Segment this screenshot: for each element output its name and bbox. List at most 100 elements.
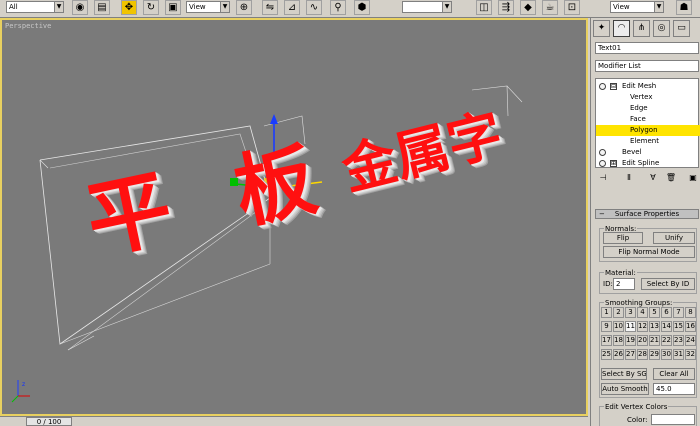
smoothing-group-button[interactable]: 3 bbox=[625, 307, 636, 318]
light-bulb-icon[interactable] bbox=[599, 149, 606, 156]
smoothing-group-button[interactable]: 12 bbox=[637, 321, 648, 332]
view-dropdown-value: View bbox=[613, 3, 630, 11]
stack-item-edit-mesh[interactable]: ⊟ Edit Mesh bbox=[596, 81, 700, 92]
command-panel-tabs: ✦ ◠ ⋔ ◎ ▭ bbox=[591, 18, 700, 40]
unify-button[interactable]: Unify bbox=[653, 232, 695, 244]
stack-item-label: Edit Mesh bbox=[622, 82, 657, 90]
smoothing-group-button[interactable]: 32 bbox=[685, 349, 696, 360]
normal-align-button[interactable]: ∿ bbox=[306, 0, 322, 15]
hierarchy-tab-icon[interactable]: ⋔ bbox=[633, 20, 650, 37]
flip-normal-mode-button[interactable]: Flip Normal Mode bbox=[603, 246, 695, 258]
render-scene-button[interactable]: ◫ bbox=[476, 0, 492, 15]
auto-smooth-threshold-spinner[interactable]: 45.0 bbox=[653, 383, 695, 395]
stack-item-element[interactable]: Element bbox=[596, 136, 700, 147]
smoothing-group-button[interactable]: 6 bbox=[661, 307, 672, 318]
stack-item-bevel[interactable]: Bevel bbox=[596, 147, 700, 158]
smoothing-group-button[interactable]: 30 bbox=[661, 349, 672, 360]
smoothing-group-button[interactable]: 9 bbox=[601, 321, 612, 332]
smoothing-group-button[interactable]: 4 bbox=[637, 307, 648, 318]
stack-item-vertex[interactable]: Vertex bbox=[596, 92, 700, 103]
select-by-sg-button[interactable]: Select By SG bbox=[601, 368, 647, 380]
smoothing-group-button[interactable]: 31 bbox=[673, 349, 684, 360]
time-slider[interactable]: 0 / 100 bbox=[26, 417, 72, 426]
modifier-stack: ⊟ Edit Mesh Vertex Edge Face Polygon Ele… bbox=[595, 78, 700, 169]
remove-modifier-icon[interactable]: 🗑 bbox=[665, 173, 677, 184]
mirror-button[interactable]: ⇋ bbox=[262, 0, 278, 15]
surface-properties-rollout[interactable]: − Surface Properties bbox=[595, 209, 699, 219]
motion-tab-icon[interactable]: ◎ bbox=[653, 20, 670, 37]
smoothing-group-button[interactable]: 27 bbox=[625, 349, 636, 360]
smoothing-group-button[interactable]: 1 bbox=[601, 307, 612, 318]
smoothing-group-button[interactable]: 23 bbox=[673, 335, 684, 346]
smoothing-group-button[interactable]: 11 bbox=[625, 321, 636, 332]
smoothing-group-button[interactable]: 2 bbox=[613, 307, 624, 318]
smoothing-group-button[interactable]: 17 bbox=[601, 335, 612, 346]
smoothing-group-button[interactable]: 10 bbox=[613, 321, 624, 332]
clear-all-button[interactable]: Clear All bbox=[653, 368, 695, 380]
smoothing-group-button[interactable]: 13 bbox=[649, 321, 660, 332]
stack-item-polygon[interactable]: Polygon bbox=[596, 125, 700, 136]
pin-stack-icon[interactable]: ⊣ bbox=[597, 173, 609, 184]
display-tab-icon[interactable]: ▭ bbox=[673, 20, 690, 37]
material-id-spinner[interactable]: 2 bbox=[613, 278, 635, 290]
show-end-result-icon[interactable]: Ⅱ bbox=[623, 173, 635, 184]
collapse-icon[interactable]: ⊟ bbox=[610, 83, 617, 90]
light-bulb-icon[interactable] bbox=[599, 83, 606, 90]
selection-filter-dropdown[interactable]: All ▼ bbox=[6, 1, 64, 13]
select-and-move-button[interactable]: ✥ bbox=[121, 0, 137, 15]
smoothing-group-button[interactable]: 21 bbox=[649, 335, 660, 346]
modifier-list-dropdown[interactable]: Modifier List bbox=[595, 60, 699, 72]
stack-item-edge[interactable]: Edge bbox=[596, 103, 700, 114]
align-button[interactable]: ⊿ bbox=[284, 0, 300, 15]
smoothing-group-button[interactable]: 15 bbox=[673, 321, 684, 332]
stack-item-edit-spline[interactable]: ⊞ Edit Spline bbox=[596, 158, 700, 169]
smoothing-group-button[interactable]: 25 bbox=[601, 349, 612, 360]
material-editor-button[interactable]: ⬢ bbox=[354, 0, 370, 15]
auto-smooth-button[interactable]: Auto Smooth bbox=[601, 383, 649, 395]
smoothing-group-button[interactable]: 24 bbox=[685, 335, 696, 346]
light-bulb-icon[interactable] bbox=[599, 160, 606, 167]
select-and-scale-button[interactable]: ▣ bbox=[165, 0, 181, 15]
flip-button[interactable]: Flip bbox=[603, 232, 643, 244]
expand-icon[interactable]: ⊞ bbox=[610, 160, 617, 167]
main-toolbar: All ▼ ◉ ▤ ✥ ↻ ▣ View ▼ ⊕ ⇋ ⊿ ∿ ⚲ ⬢ ▼ ◫ ⇶… bbox=[0, 0, 700, 18]
smoothing-group-button[interactable]: 7 bbox=[673, 307, 684, 318]
pivot-center-button[interactable]: ⊕ bbox=[236, 0, 252, 15]
modify-tab-icon[interactable]: ◠ bbox=[613, 20, 630, 37]
named-selection-button[interactable]: ⚲ bbox=[330, 0, 346, 15]
smoothing-group-button[interactable]: 29 bbox=[649, 349, 660, 360]
select-by-name-button[interactable]: ▤ bbox=[94, 0, 110, 15]
teapot-render-button[interactable]: ☕ bbox=[542, 0, 558, 15]
select-by-id-button[interactable]: Select By ID bbox=[641, 278, 695, 290]
smoothing-group-button[interactable]: 5 bbox=[649, 307, 660, 318]
object-name-field[interactable]: Text01 bbox=[595, 42, 699, 54]
stack-item-face[interactable]: Face bbox=[596, 114, 700, 125]
named-selection-dropdown[interactable]: ▼ bbox=[402, 1, 452, 13]
smoothing-group-button[interactable]: 8 bbox=[685, 307, 696, 318]
select-and-rotate-button[interactable]: ↻ bbox=[143, 0, 159, 15]
smoothing-group-button[interactable]: 28 bbox=[637, 349, 648, 360]
smoothing-group-button[interactable]: 18 bbox=[613, 335, 624, 346]
configure-modifier-sets-icon[interactable]: ▣ bbox=[687, 173, 699, 184]
teapot-icon[interactable]: ☗ bbox=[676, 0, 692, 15]
reference-coordinate-dropdown[interactable]: View ▼ bbox=[186, 1, 230, 13]
perspective-viewport[interactable]: Perspective z 平 板 金属字 bbox=[0, 18, 588, 416]
smoothing-group-button[interactable]: 26 bbox=[613, 349, 624, 360]
smoothing-group-button[interactable]: 14 bbox=[661, 321, 672, 332]
view-dropdown[interactable]: View ▼ bbox=[610, 1, 664, 13]
eraser-icon[interactable]: ◆ bbox=[520, 0, 536, 15]
smoothing-group-button[interactable]: 19 bbox=[625, 335, 636, 346]
stack-item-label: Face bbox=[630, 115, 646, 123]
select-object-button[interactable]: ◉ bbox=[72, 0, 88, 15]
stack-item-label: Bevel bbox=[622, 148, 642, 156]
make-unique-icon[interactable]: ∀ bbox=[647, 173, 659, 184]
vertex-color-swatch[interactable] bbox=[651, 414, 695, 425]
smoothing-group-button[interactable]: 22 bbox=[661, 335, 672, 346]
quick-render-button[interactable]: ⇶ bbox=[498, 0, 514, 15]
stack-item-label: Element bbox=[630, 137, 659, 145]
snap-button[interactable]: ⊡ bbox=[564, 0, 580, 15]
create-tab-icon[interactable]: ✦ bbox=[593, 20, 610, 37]
smoothing-group-button[interactable]: 16 bbox=[685, 321, 696, 332]
smoothing-group-button[interactable]: 20 bbox=[637, 335, 648, 346]
smoothing-groups-label: Smoothing Groups: bbox=[604, 299, 674, 307]
